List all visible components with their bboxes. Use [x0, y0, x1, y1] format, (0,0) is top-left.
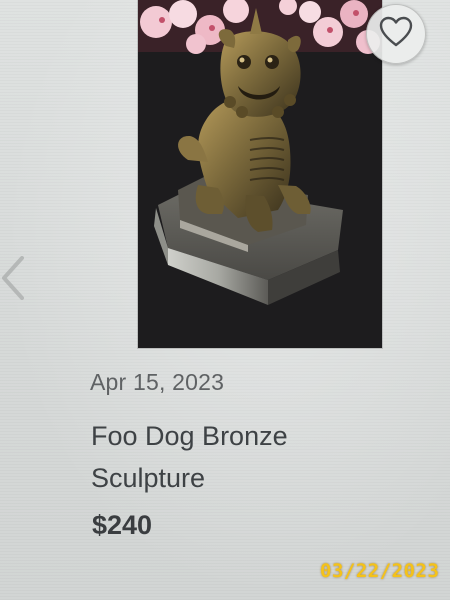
- heart-outline-icon: [379, 16, 413, 53]
- listing-date: Apr 15, 2023: [90, 369, 225, 395]
- listing-price: $240: [92, 510, 153, 540]
- chevron-left-icon[interactable]: [0, 252, 34, 304]
- listing-title[interactable]: Foo Dog Bronze Sculpture: [91, 415, 351, 499]
- photo-date-stamp: 03/22/2023: [320, 560, 440, 582]
- favorite-button[interactable]: [366, 4, 426, 64]
- listing-photo[interactable]: [138, 0, 382, 348]
